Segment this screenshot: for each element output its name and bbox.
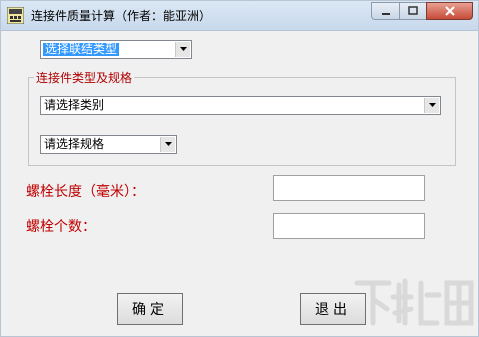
category-dropdown-arrow[interactable] (424, 98, 439, 113)
maximize-button[interactable] (399, 2, 426, 20)
bolt-length-label: 螺栓长度（毫米）： (26, 184, 145, 200)
close-icon (444, 6, 455, 16)
chevron-down-icon (428, 103, 436, 107)
minimize-button[interactable] (371, 2, 399, 20)
app-window: 连接件质量计算（作者：能亚洲） 选择联结类型 连接件类型及规格 请选择类别 请选… (0, 0, 479, 337)
spec-dropdown-arrow[interactable] (160, 137, 175, 152)
bolt-count-input[interactable] (273, 213, 425, 239)
minimize-icon (381, 13, 390, 15)
window-title: 连接件质量计算（作者：能亚洲） (31, 9, 212, 23)
spec-select[interactable]: 请选择规格 (40, 135, 177, 154)
close-button[interactable] (426, 2, 473, 20)
maximize-icon (408, 6, 418, 15)
category-value: 请选择类别 (44, 98, 105, 112)
chevron-down-icon (164, 142, 172, 146)
title-bar[interactable]: 连接件质量计算（作者：能亚洲） (1, 1, 478, 31)
connection-type-dropdown-arrow[interactable] (175, 42, 190, 57)
ok-button[interactable]: 确定 (117, 293, 183, 325)
bolt-length-input[interactable] (273, 175, 425, 201)
connection-type-select[interactable]: 选择联结类型 (40, 40, 192, 59)
connection-type-value: 选择联结类型 (43, 42, 120, 56)
app-icon (7, 7, 24, 24)
chevron-down-icon (179, 47, 187, 51)
category-select[interactable]: 请选择类别 (40, 96, 441, 115)
watermark-logo (354, 278, 474, 326)
bolt-count-label: 螺栓个数： (26, 219, 96, 235)
spec-value: 请选择规格 (44, 137, 105, 151)
connector-group-title: 连接件类型及规格 (34, 69, 135, 86)
